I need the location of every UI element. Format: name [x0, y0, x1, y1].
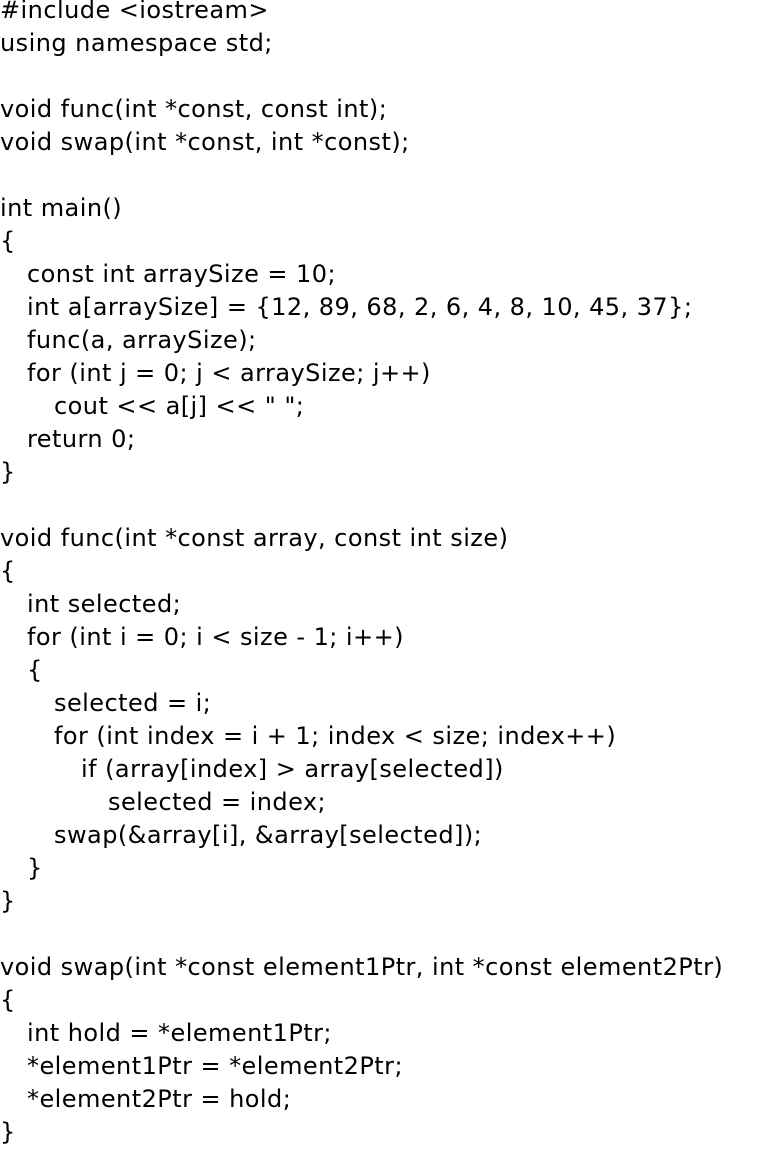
code-listing: #include <iostream> using namespace std; v… — [0, 0, 723, 1149]
code-line: func(a, arraySize); — [27, 326, 257, 354]
code-line: void func(int *const, const int); — [0, 95, 388, 123]
code-line: for (int index = i + 1; index < size; in… — [54, 722, 617, 750]
code-line: int selected; — [27, 590, 182, 618]
code-line: int hold = *element1Ptr; — [27, 1019, 332, 1047]
code-line: cout << a[j] << " "; — [54, 392, 305, 420]
code-line: { — [0, 557, 16, 585]
code-line: { — [0, 227, 16, 255]
code-line: for (int i = 0; i < size - 1; i++) — [27, 623, 404, 651]
code-line: using namespace std; — [0, 29, 273, 57]
code-line: *element1Ptr = *element2Ptr; — [27, 1052, 404, 1080]
code-line: if (array[index] > array[selected]) — [81, 755, 504, 783]
code-line: } — [0, 1118, 16, 1146]
code-line: selected = index; — [108, 788, 327, 816]
code-line: int a[arraySize] = {12, 89, 68, 2, 6, 4,… — [27, 293, 693, 321]
code-line: return 0; — [27, 425, 136, 453]
code-line: int main() — [0, 194, 123, 222]
code-line: swap(&array[i], &array[selected]); — [54, 821, 483, 849]
code-line: for (int j = 0; j < arraySize; j++) — [27, 359, 431, 387]
code-line: *element2Ptr = hold; — [27, 1085, 292, 1113]
code-line: #include <iostream> — [0, 0, 269, 24]
code-line: const int arraySize = 10; — [27, 260, 336, 288]
code-line: { — [0, 986, 16, 1014]
code-line: void swap(int *const, int *const); — [0, 128, 410, 156]
code-line: void func(int *const array, const int si… — [0, 524, 509, 552]
code-line: { — [27, 656, 43, 684]
code-line: void swap(int *const element1Ptr, int *c… — [0, 953, 724, 981]
code-line: } — [0, 887, 16, 915]
code-line: selected = i; — [54, 689, 212, 717]
code-line: } — [27, 854, 43, 882]
code-line: } — [0, 458, 16, 486]
